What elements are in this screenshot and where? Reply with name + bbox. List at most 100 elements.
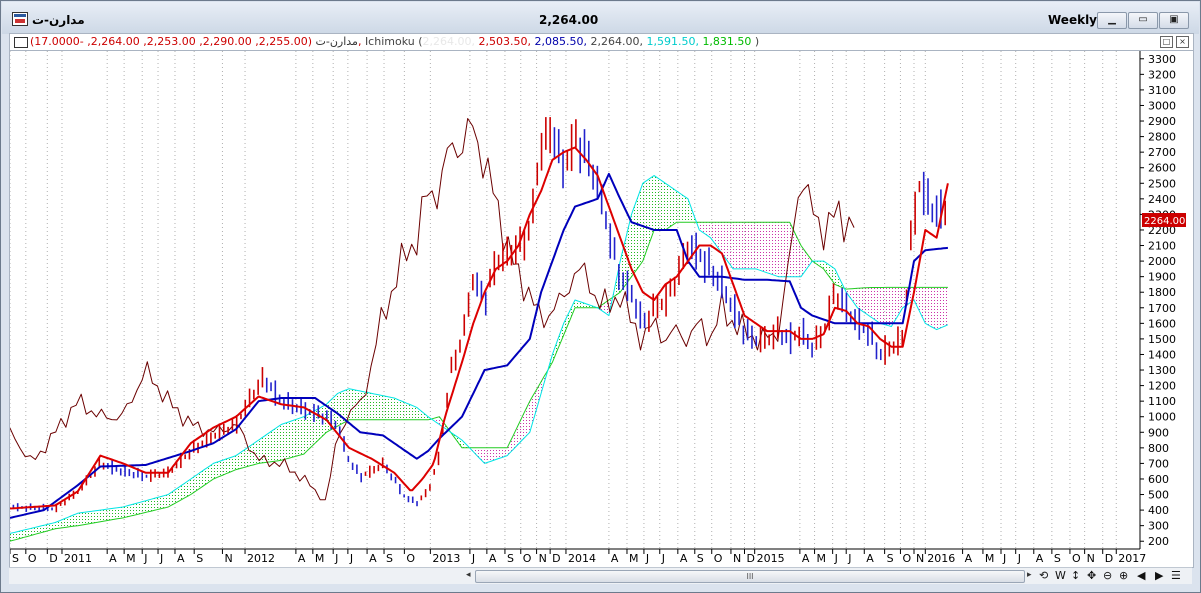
x-tick-label: S (386, 552, 393, 565)
x-tick-label: A (489, 552, 497, 565)
x-tick-label: A (109, 552, 117, 565)
x-tick-label: 2015 (757, 552, 785, 565)
x-tick-label: 2016 (927, 552, 955, 565)
legend-toggle-icon[interactable] (14, 37, 28, 48)
y-tick-label: 500 (1148, 489, 1169, 502)
legend-value: 2,264.00, (590, 35, 647, 48)
x-tick-label: 2012 (247, 552, 275, 565)
x-tick-label: M (817, 552, 827, 565)
maximize-button[interactable]: ▭ (1128, 12, 1158, 29)
x-tick-label: N (733, 552, 741, 565)
ichimoku-cloud (10, 388, 434, 542)
y-tick-label: 3200 (1148, 68, 1176, 81)
x-tick-label: A (802, 552, 810, 565)
y-tick-label: 900 (1148, 426, 1169, 439)
close-icon: ▣ (1169, 14, 1179, 25)
x-tick-label: O (1072, 552, 1081, 565)
x-tick-label: N (916, 552, 924, 565)
y-tick-label: 1700 (1148, 302, 1176, 315)
chart-app-icon[interactable] (12, 12, 28, 26)
legend-text: مدارن-ت (2,255.00, 2,290.00, 2,253.00, 2… (30, 35, 759, 48)
chikou-span-line (9, 118, 855, 501)
x-tick-label: S (196, 552, 203, 565)
x-tick-label: D (552, 552, 560, 565)
minimize-icon: ▁ (1108, 14, 1116, 25)
x-tick-label: A (866, 552, 874, 565)
close-button[interactable]: ▣ (1159, 12, 1189, 29)
scroll-left-arrow-icon[interactable]: ◂ (466, 570, 471, 580)
x-tick-label: A (177, 552, 185, 565)
legend-bar: مدارن-ت (2,255.00, 2,290.00, 2,253.00, 2… (9, 33, 1194, 51)
x-tick-label: A (680, 552, 688, 565)
x-tick-label: A (298, 552, 306, 565)
y-tick-label: 1300 (1148, 364, 1176, 377)
chart-canvas[interactable]: 200 300 400 500 600 700 800 900 1000 1100 1200 1300… (9, 51, 1193, 567)
y-tick-label: 2700 (1148, 146, 1176, 159)
x-tick-label: 2014 (568, 552, 596, 565)
x-tick-label: 2017 (1118, 552, 1146, 565)
price-chart[interactable]: 200 300 400 500 600 700 800 900 1000 1100 1200 1300… (9, 50, 1194, 568)
x-tick-label: M (126, 552, 136, 565)
refresh-icon[interactable]: ⟲ (1039, 569, 1048, 582)
vertical-resize-icon[interactable]: ↕ (1071, 569, 1080, 582)
y-tick-label: 2100 (1148, 240, 1176, 253)
x-tick-label: S (697, 552, 704, 565)
zoom-out-icon[interactable]: ⊖ (1103, 569, 1112, 582)
x-tick-label: O (28, 552, 37, 565)
y-tick-label: 3000 (1148, 99, 1176, 112)
x-tick-label: M (985, 552, 995, 565)
y-tick-label: 300 (1148, 520, 1169, 533)
x-tick-label: J (159, 552, 163, 565)
scroll-left-icon[interactable]: ◀ (1137, 569, 1145, 582)
pane-close-button[interactable]: × (1176, 36, 1189, 48)
x-tick-label: J (847, 552, 851, 565)
y-tick-label: 2500 (1148, 177, 1176, 190)
ichimoku-cloud (549, 300, 601, 368)
y-tick-label: 1200 (1148, 380, 1176, 393)
x-tick-label: O (902, 552, 911, 565)
y-tick-label: 3300 (1148, 53, 1176, 66)
y-tick-label: 2800 (1148, 131, 1176, 144)
minimize-button[interactable]: ▁ (1097, 12, 1127, 29)
x-tick-label: J (471, 552, 475, 565)
menu-icon[interactable]: ☰ (1171, 569, 1181, 582)
y-tick-label: 600 (1148, 473, 1169, 486)
scrollbar-thumb[interactable]: III (475, 570, 1025, 583)
x-tick-label: S (507, 552, 514, 565)
x-tick-label: D (747, 552, 755, 565)
move-icon[interactable]: ✥ (1087, 569, 1096, 582)
legend-symbol: مدارن-ت (315, 35, 358, 48)
x-tick-label: D (49, 552, 57, 565)
legend-indicator[interactable]: Ichimoku (365, 35, 415, 48)
w-icon[interactable]: W (1055, 569, 1066, 582)
window-period[interactable]: Weekly (1048, 13, 1097, 27)
scroll-right-arrow-icon[interactable]: ▸ (1027, 570, 1032, 580)
last-price-label: 2264.00 (1144, 216, 1185, 227)
title-bar: مدارن-ت 2,264.00 Weekly ▁ ▭ ▣ (2, 2, 1199, 34)
x-tick-label: D (1105, 552, 1113, 565)
horizontal-scrollbar[interactable]: ◂ III ▸ ⟲ W ↕ ✥ ⊖ ⊕ ◀ ▶ ☰ (9, 567, 1192, 584)
maximize-icon: ▭ (1138, 14, 1148, 25)
x-tick-label: N (1087, 552, 1095, 565)
zoom-in-icon[interactable]: ⊕ (1119, 569, 1128, 582)
x-tick-label: J (834, 552, 838, 565)
legend-ohlc: (2,255.00, 2,290.00, 2,253.00, 2,264.00,… (30, 35, 362, 48)
x-tick-label: O (714, 552, 723, 565)
x-tick-label: A (1036, 552, 1044, 565)
x-tick-label: J (143, 552, 147, 565)
x-tick-label: 2013 (432, 552, 460, 565)
x-tick-label: J (349, 552, 353, 565)
y-tick-label: 1800 (1148, 286, 1176, 299)
pane-maximize-button[interactable]: □ (1160, 36, 1173, 48)
x-tick-label: A (965, 552, 973, 565)
x-tick-label: J (1002, 552, 1006, 565)
y-tick-label: 3100 (1148, 84, 1176, 97)
x-tick-label: M (315, 552, 325, 565)
y-tick-label: 800 (1148, 442, 1169, 455)
window-symbol: مدارن-ت (32, 13, 85, 27)
legend-close-paren: ) (754, 35, 760, 48)
ichimoku-cloud (470, 364, 550, 464)
scroll-right-icon[interactable]: ▶ (1155, 569, 1163, 582)
x-tick-label: J (645, 552, 649, 565)
legend-value: 2,503.50, (478, 35, 535, 48)
